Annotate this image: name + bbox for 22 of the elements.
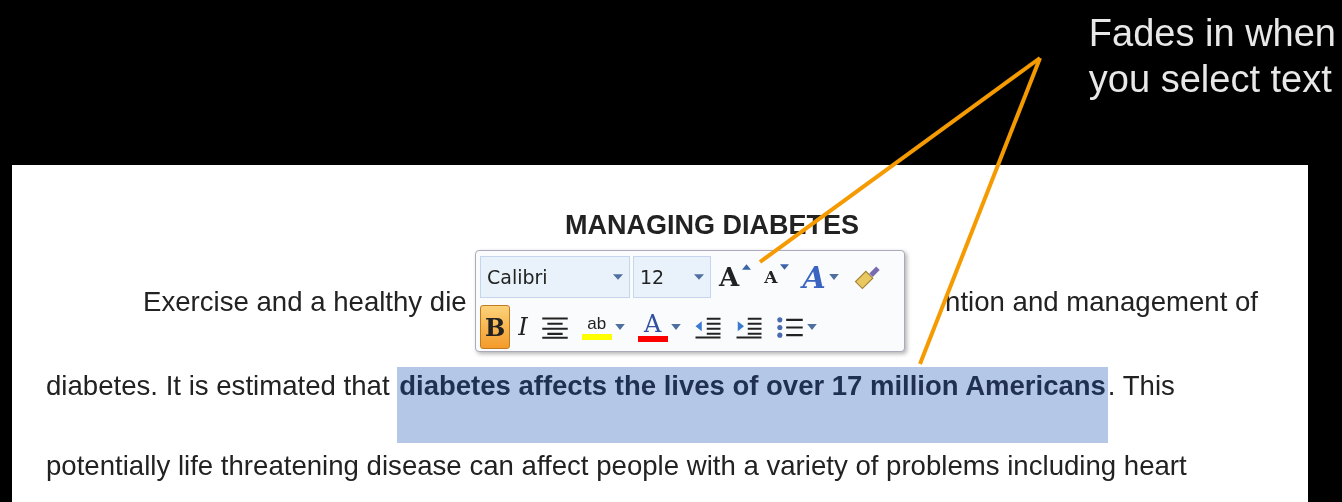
down-triangle-icon: [780, 264, 790, 270]
shrink-font-button[interactable]: A: [759, 255, 795, 299]
callout-text: Fades in when you select text: [1088, 11, 1337, 102]
paragraph-text: ntion and management of: [945, 285, 1258, 319]
caret-icon: [694, 274, 704, 280]
bullet-list-icon: [775, 315, 804, 339]
styles-button[interactable]: A: [797, 255, 844, 299]
align-center-icon: [540, 315, 569, 339]
italic-button[interactable]: I: [513, 305, 533, 349]
bold-button[interactable]: B: [480, 305, 511, 349]
paragraph-text: Exercise and a healthy die: [142, 285, 467, 319]
paragraph-text: potentially life threatening disease can affect people with a variety of problems including heart: [46, 449, 1188, 483]
font-name-field[interactable]: Calibri: [480, 256, 630, 298]
up-triangle-icon: [742, 264, 752, 270]
highlight-button[interactable]: ab: [576, 305, 630, 349]
font-size-field[interactable]: 12: [633, 256, 711, 298]
paragraph-text: . This: [1107, 370, 1175, 401]
caret-icon: [613, 274, 623, 280]
grow-font-button[interactable]: A: [714, 255, 757, 299]
paragraph-text: diabetes. It is estimated that: [46, 370, 391, 401]
selected-text: diabetes affects the lives of over 17 million Americans: [397, 367, 1108, 443]
font-color-button[interactable]: A: [632, 305, 686, 349]
